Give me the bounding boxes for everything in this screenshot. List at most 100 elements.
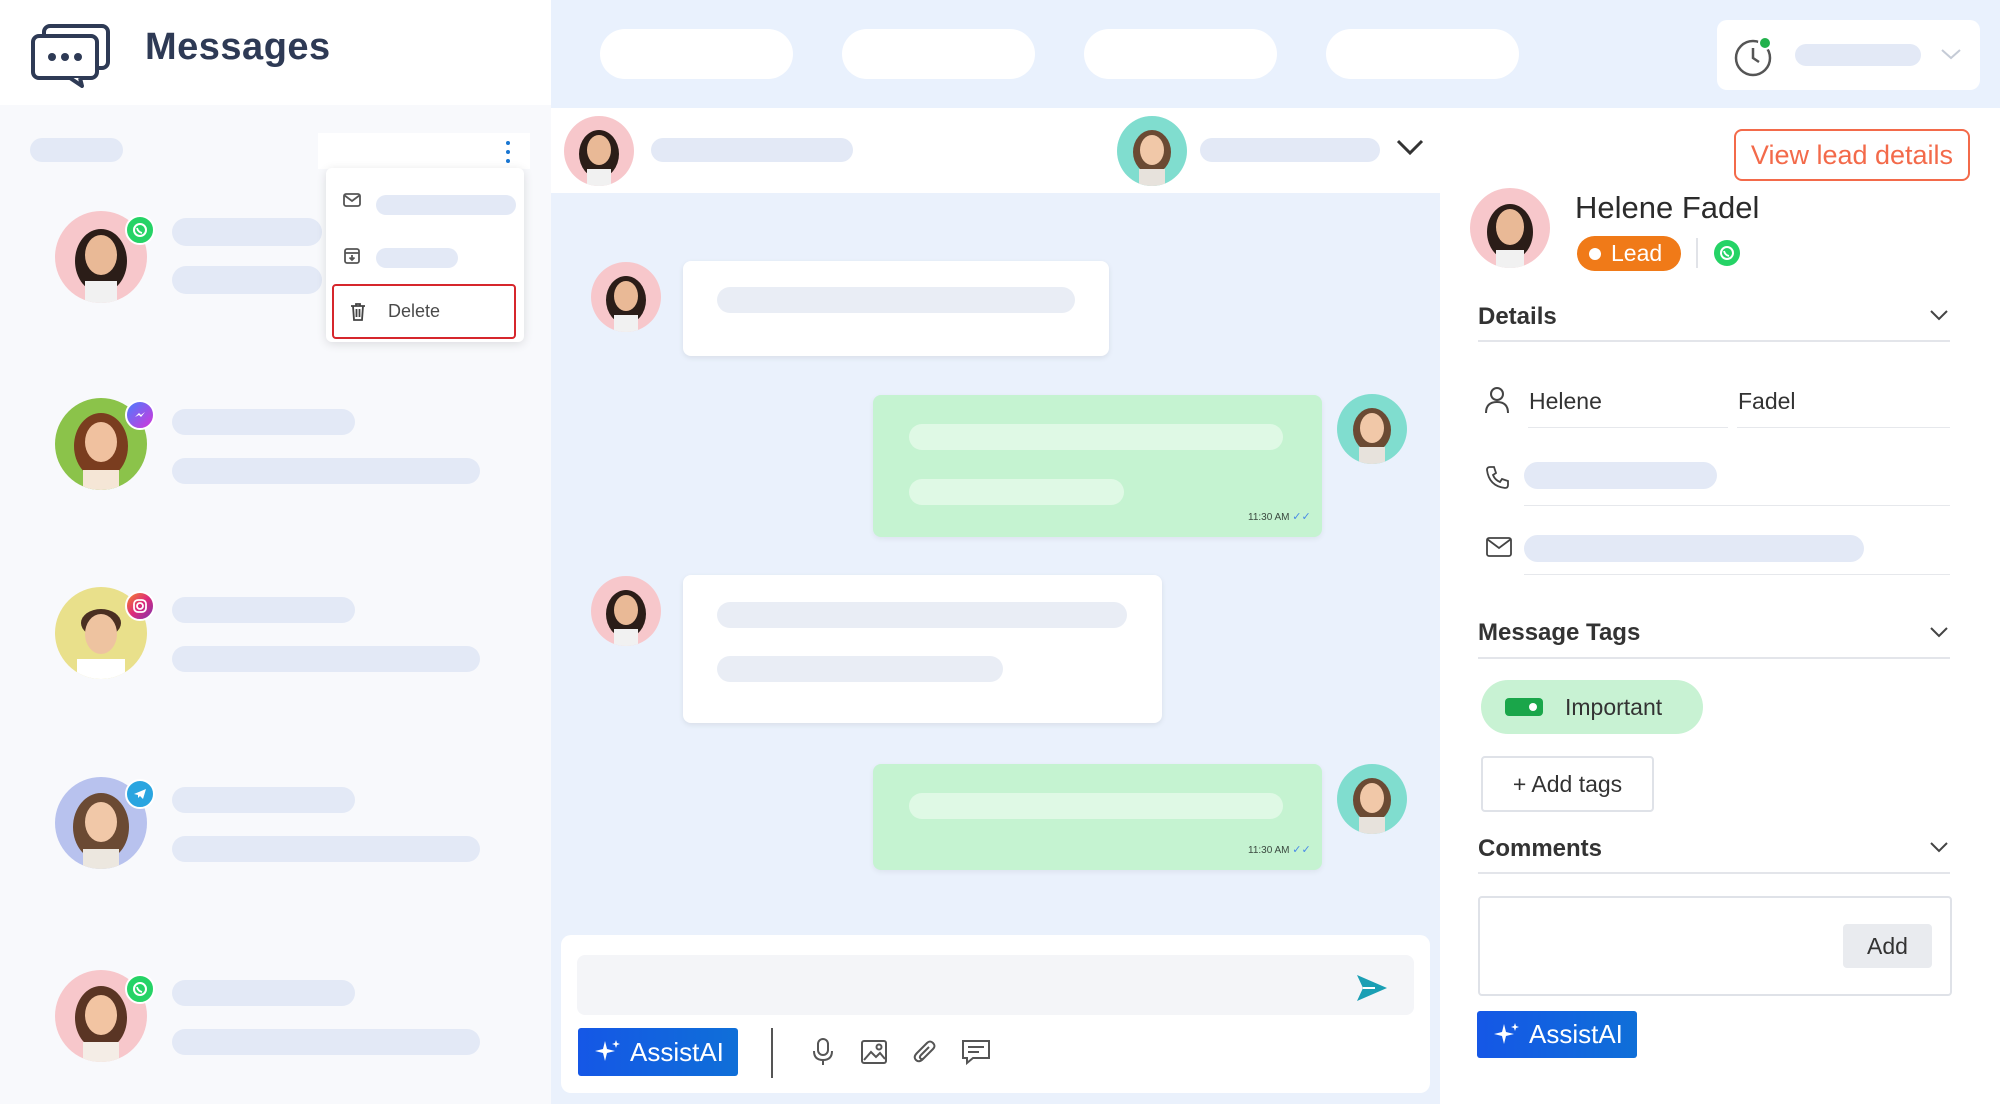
- trash-icon: [351, 303, 365, 321]
- field-underline: [1524, 574, 1950, 575]
- section-divider: [1478, 872, 1950, 874]
- menu-item-archive[interactable]: [326, 234, 524, 278]
- availability-selector[interactable]: [1717, 20, 1980, 90]
- row-actions-bar: [318, 133, 530, 169]
- lead-name: Helene Fadel: [1575, 190, 1760, 225]
- conversation-name-placeholder: [172, 787, 355, 813]
- message-time: 11:30 AM ✓✓: [1248, 844, 1311, 856]
- message-text-placeholder: [717, 287, 1075, 313]
- assistai-label: AssistAI: [630, 1036, 724, 1067]
- lead-status-label: Lead: [1611, 240, 1663, 266]
- message-time: 11:30 AM ✓✓: [1248, 511, 1311, 523]
- chevron-down-icon[interactable]: [1928, 624, 1950, 640]
- chevron-down-icon[interactable]: [1395, 136, 1425, 158]
- sparkle-icon: [1494, 1022, 1519, 1044]
- telegram-icon: [125, 779, 155, 809]
- last-name-value[interactable]: Fadel: [1738, 388, 1796, 415]
- divider: [1696, 238, 1698, 268]
- double-check-icon: ✓✓: [1292, 844, 1311, 856]
- chat-logo-icon: [31, 24, 110, 88]
- attachment-icon[interactable]: [909, 1036, 941, 1068]
- person-icon: [1485, 387, 1509, 414]
- menu-item-label-placeholder: [376, 195, 516, 215]
- add-tags-button[interactable]: + Add tags: [1481, 756, 1654, 812]
- first-name-value[interactable]: Helene: [1529, 388, 1602, 415]
- status-placeholder: [1795, 44, 1921, 66]
- app-title: Messages: [145, 26, 331, 68]
- nav-tab-3[interactable]: [1084, 29, 1277, 79]
- send-icon[interactable]: [1355, 973, 1389, 1003]
- message-text-placeholder: [717, 656, 1003, 682]
- toggle-icon[interactable]: [1505, 698, 1543, 716]
- agent-avatar: [1337, 394, 1407, 464]
- conversation-preview-placeholder: [172, 458, 480, 484]
- section-divider: [1478, 340, 1950, 342]
- conversation-name-placeholder: [172, 218, 322, 246]
- menu-item-label-placeholder: [376, 248, 458, 268]
- instagram-icon: [125, 591, 155, 621]
- conversation-name-placeholder: [172, 409, 355, 435]
- whatsapp-icon: [1714, 240, 1740, 266]
- tag-label: Important: [1565, 693, 1663, 720]
- phone-placeholder[interactable]: [1524, 462, 1717, 489]
- message-text-placeholder: [909, 479, 1124, 505]
- chat-header: [551, 108, 1440, 193]
- template-message-icon[interactable]: [960, 1036, 992, 1068]
- section-divider: [1478, 657, 1950, 659]
- view-lead-details-button[interactable]: View lead details: [1734, 129, 1970, 181]
- sparkle-icon: [595, 1040, 620, 1061]
- message-text-placeholder: [717, 602, 1127, 628]
- add-comment-button[interactable]: Add: [1843, 924, 1932, 968]
- nav-tab-2[interactable]: [842, 29, 1035, 79]
- field-underline: [1528, 427, 1728, 428]
- kebab-menu-icon[interactable]: [500, 141, 516, 163]
- message-bubble: 11:30 AM ✓✓: [873, 395, 1322, 537]
- chevron-down-icon[interactable]: [1928, 839, 1950, 855]
- conversation-panel: Messages Delete: [0, 0, 551, 1104]
- conversation-preview-placeholder: [172, 266, 322, 294]
- archive-icon: [344, 248, 360, 264]
- section-title-comments: Comments: [1478, 835, 1603, 862]
- field-underline: [1737, 427, 1950, 428]
- nav-tab-4[interactable]: [1326, 29, 1519, 79]
- tag-chip[interactable]: Important: [1481, 680, 1703, 734]
- microphone-icon[interactable]: [807, 1036, 839, 1068]
- conversation-name-placeholder: [172, 597, 355, 623]
- field-underline: [1524, 505, 1950, 506]
- contact-name-placeholder: [651, 138, 853, 162]
- status-dot-icon: [1589, 247, 1601, 260]
- chevron-down-icon[interactable]: [1928, 307, 1950, 323]
- email-icon: [1486, 537, 1512, 557]
- lead-status-badge: Lead: [1577, 236, 1681, 271]
- contact-avatar: [591, 262, 661, 332]
- section-title-details: Details: [1478, 303, 1557, 330]
- whatsapp-icon: [125, 215, 155, 245]
- lead-avatar: [1470, 188, 1550, 268]
- assistai-label: AssistAI: [1529, 1019, 1623, 1049]
- conversation-preview-placeholder: [172, 646, 480, 672]
- delete-label: Delete: [388, 301, 441, 321]
- whatsapp-icon: [125, 974, 155, 1004]
- filter-placeholder[interactable]: [30, 138, 123, 162]
- message-text-placeholder: [909, 793, 1283, 819]
- nav-tab-1[interactable]: [600, 29, 793, 79]
- email-placeholder[interactable]: [1524, 535, 1864, 562]
- message-bubble: [683, 575, 1162, 723]
- double-check-icon: ✓✓: [1292, 511, 1311, 523]
- agent-name-placeholder: [1200, 138, 1380, 162]
- message-input[interactable]: [577, 955, 1414, 1015]
- message-composer: AssistAI: [561, 935, 1430, 1093]
- menu-item-delete[interactable]: Delete: [332, 284, 516, 339]
- phone-icon: [1486, 466, 1509, 489]
- agent-avatar: [1117, 116, 1187, 186]
- assistai-button[interactable]: AssistAI: [578, 1028, 738, 1076]
- section-title-message-tags: Message Tags: [1478, 619, 1641, 646]
- clock-status-icon: [1734, 36, 1772, 77]
- assistai-button[interactable]: AssistAI: [1477, 1011, 1637, 1058]
- mail-icon: [343, 193, 361, 207]
- message-bubble: [683, 261, 1109, 356]
- chevron-down-icon: [1941, 49, 1961, 60]
- menu-item-mark-read[interactable]: [326, 178, 524, 222]
- image-icon[interactable]: [858, 1036, 890, 1068]
- divider: [771, 1028, 773, 1078]
